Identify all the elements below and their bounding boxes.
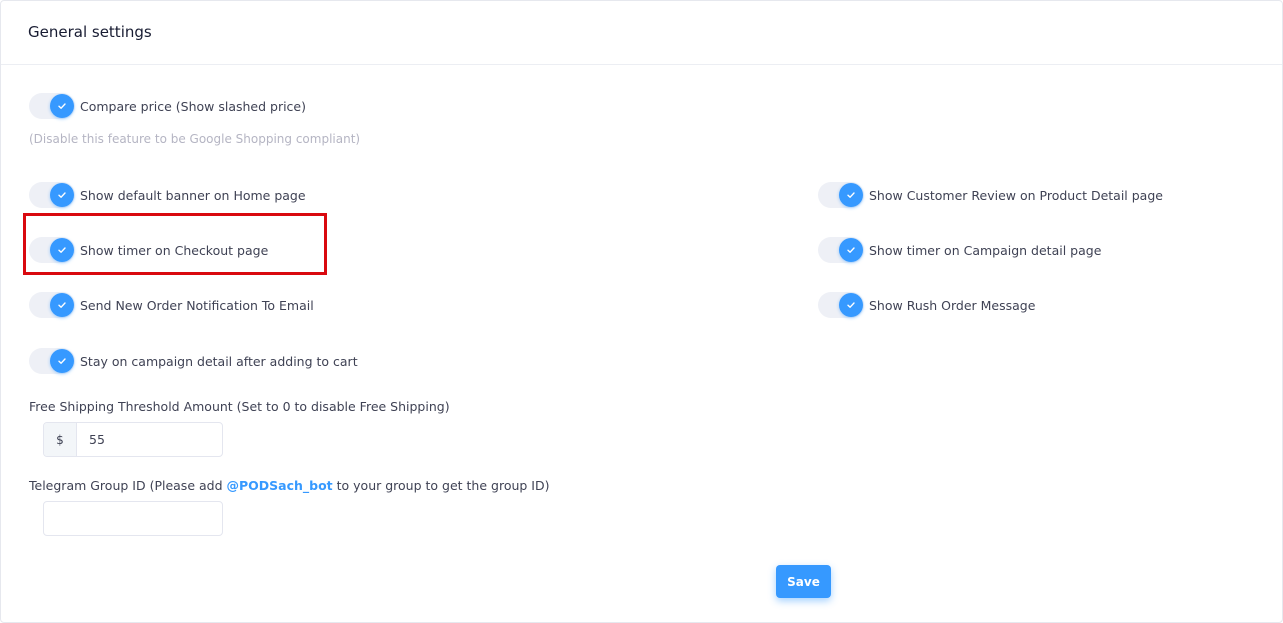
timer-checkout-toggle[interactable] [29, 237, 75, 263]
check-icon [58, 358, 66, 364]
check-icon [58, 302, 66, 308]
toggle-row-order-notification: Send New Order Notification To Email [29, 291, 314, 319]
toggle-row-stay-on-campaign: Stay on campaign detail after adding to … [29, 347, 358, 375]
telegram-label-prefix: Telegram Group ID (Please add [29, 478, 227, 493]
toggle-knob [50, 293, 74, 317]
toggle-row-timer-checkout: Show timer on Checkout page [29, 236, 268, 264]
compare-price-toggle[interactable] [29, 93, 75, 119]
rush-order-label: Show Rush Order Message [869, 297, 1036, 313]
order-notification-toggle[interactable] [29, 292, 75, 318]
timer-checkout-label: Show timer on Checkout page [80, 242, 269, 258]
timer-campaign-label: Show timer on Campaign detail page [869, 242, 1102, 258]
currency-prefix: $ [44, 423, 77, 456]
toggle-row-customer-review: Show Customer Review on Product Detail p… [818, 181, 1163, 209]
free-shipping-input-group: $ [43, 422, 223, 457]
check-icon [58, 192, 66, 198]
default-banner-toggle[interactable] [29, 182, 75, 208]
general-settings-card: General settings Compare price (Show sla… [0, 0, 1283, 623]
order-notification-label: Send New Order Notification To Email [80, 297, 314, 313]
toggle-row-compare-price: Compare price (Show slashed price) [29, 92, 306, 120]
compare-price-hint: (Disable this feature to be Google Shopp… [29, 132, 361, 146]
save-button[interactable]: Save [776, 565, 831, 598]
free-shipping-amount-input[interactable] [77, 423, 222, 456]
rush-order-toggle[interactable] [818, 292, 864, 318]
customer-review-toggle[interactable] [818, 182, 864, 208]
toggle-knob [839, 238, 863, 262]
check-icon [58, 103, 66, 109]
check-icon [847, 302, 855, 308]
toggle-knob [50, 94, 74, 118]
toggle-knob [50, 183, 74, 207]
toggle-row-default-banner: Show default banner on Home page [29, 181, 306, 209]
toggle-row-rush-order: Show Rush Order Message [818, 291, 1035, 319]
telegram-group-id-input[interactable] [43, 501, 223, 536]
telegram-label-suffix: to your group to get the group ID) [332, 478, 550, 493]
default-banner-label: Show default banner on Home page [80, 187, 306, 203]
page-title: General settings [28, 23, 152, 41]
stay-on-campaign-toggle[interactable] [29, 348, 75, 374]
timer-campaign-toggle[interactable] [818, 237, 864, 263]
toggle-knob [50, 349, 74, 373]
check-icon [847, 247, 855, 253]
toggle-knob [839, 183, 863, 207]
toggle-knob [839, 293, 863, 317]
check-icon [847, 192, 855, 198]
telegram-bot-name: @PODSach_bot [226, 478, 333, 493]
toggle-row-timer-campaign: Show timer on Campaign detail page [818, 236, 1101, 264]
toggle-knob [50, 238, 74, 262]
check-icon [58, 247, 66, 253]
free-shipping-label: Free Shipping Threshold Amount (Set to 0… [29, 399, 450, 414]
compare-price-label: Compare price (Show slashed price) [80, 98, 307, 114]
stay-on-campaign-label: Stay on campaign detail after adding to … [80, 353, 358, 369]
card-header: General settings [1, 1, 1282, 65]
customer-review-label: Show Customer Review on Product Detail p… [869, 187, 1163, 203]
telegram-group-label: Telegram Group ID (Please add @PODSach_b… [29, 478, 549, 493]
